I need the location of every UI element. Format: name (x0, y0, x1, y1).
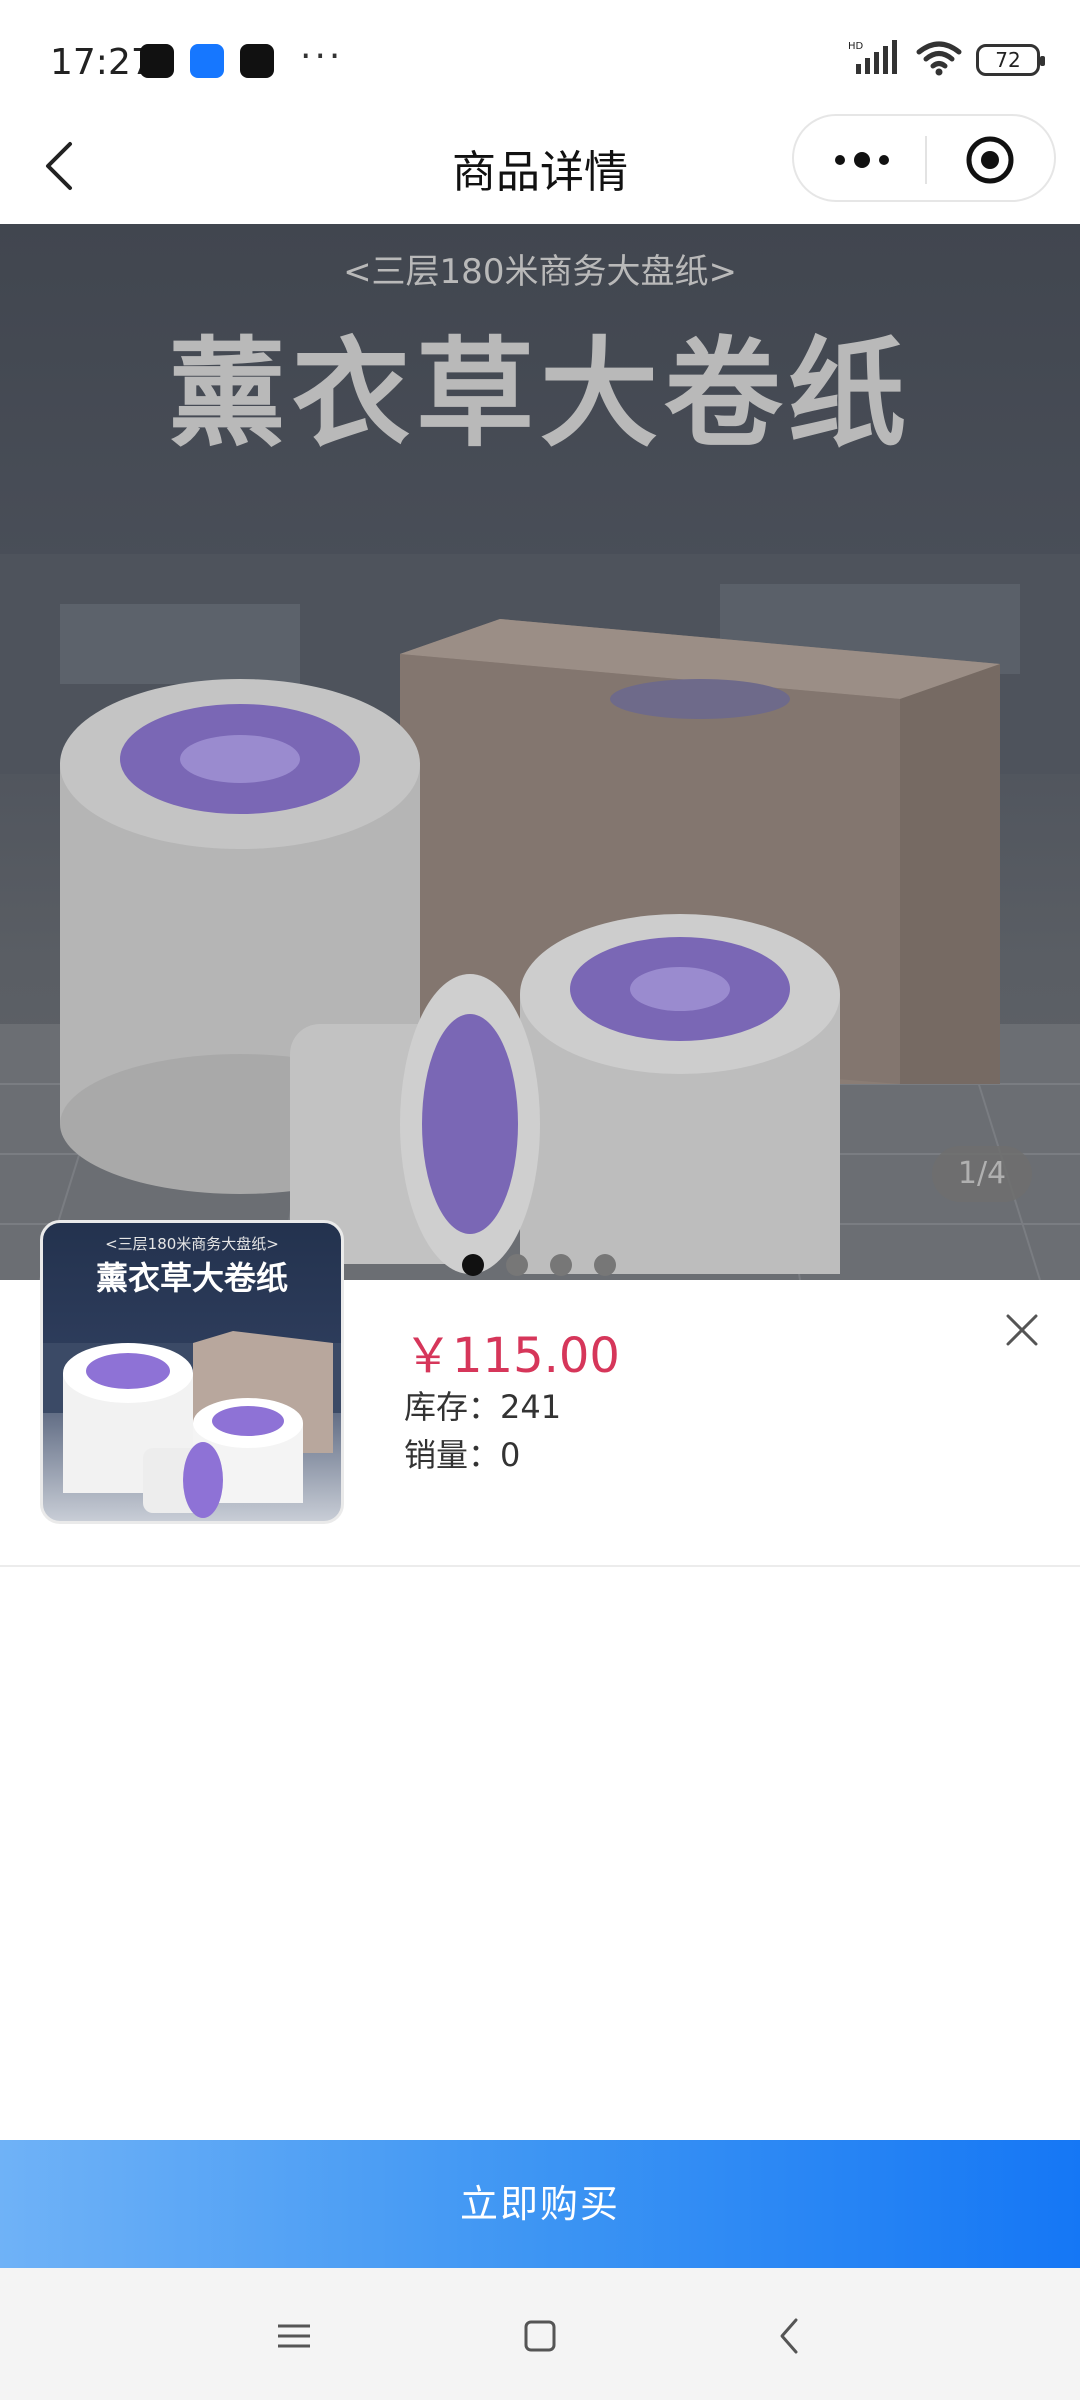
status-time: 17:27 (50, 42, 154, 83)
signal-icon: HD (848, 40, 902, 80)
status-bar: 17:27 ··· HD 72 (0, 0, 1080, 110)
douyin-lite-icon (140, 44, 174, 78)
more-dots-icon[interactable] (826, 134, 898, 186)
home-icon[interactable] (512, 2308, 568, 2364)
nav-bar: 商品详情 (0, 110, 1080, 222)
capsule-divider (925, 136, 927, 184)
product-thumbnail: <三层180米商务大盘纸> 薰衣草大卷纸 (40, 1220, 344, 1524)
thumbnail-subtitle: <三层180米商务大盘纸> (105, 1235, 279, 1253)
thumbnail-title: 薰衣草大卷纸 (95, 1259, 288, 1297)
close-icon[interactable] (1000, 1308, 1044, 1352)
mini-program-capsule (792, 114, 1056, 202)
sheet-divider (0, 1565, 1080, 1567)
product-sales: 销量：0 (404, 1436, 521, 1474)
carousel-dot[interactable] (594, 1254, 616, 1276)
image-subtitle-text: <三层180米商务大盘纸> (343, 252, 737, 292)
carousel-dot[interactable] (550, 1254, 572, 1276)
image-counter: 1/4 (932, 1146, 1032, 1202)
wifi-icon (916, 40, 962, 80)
battery-icon: 72 (976, 44, 1045, 76)
status-more-dots: ··· (300, 36, 344, 77)
carousel-indicator (462, 1254, 616, 1276)
system-navigation-bar (0, 2268, 1080, 2400)
target-circle-icon[interactable] (960, 134, 1020, 186)
douyin-icon (240, 44, 274, 78)
product-image-gallery[interactable]: <三层180米商务大盘纸> 薰衣草大卷纸 1/4 (0, 224, 1080, 1280)
image-title-text: 薰衣草大卷纸 (167, 325, 912, 463)
buy-now-button[interactable]: 立即购买 (0, 2140, 1080, 2268)
hd-label: HD (848, 41, 864, 52)
menu-icon[interactable] (266, 2308, 322, 2364)
back-icon[interactable] (762, 2308, 818, 2364)
purchase-sheet: <三层180米商务大盘纸> 薰衣草大卷纸 ￥115.00 库存：241 销量：0 (0, 1220, 1080, 2140)
product-stock: 库存：241 (404, 1388, 562, 1426)
alipay-icon (190, 44, 224, 78)
carousel-dot[interactable] (506, 1254, 528, 1276)
product-price: ￥115.00 (404, 1328, 620, 1384)
carousel-dot[interactable] (462, 1254, 484, 1276)
